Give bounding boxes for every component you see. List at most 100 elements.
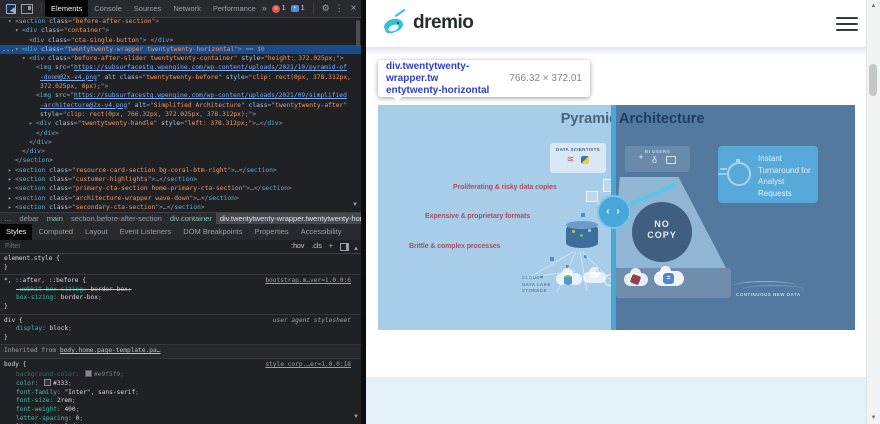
expand-arrow-icon[interactable]: ▸	[29, 119, 33, 128]
settings-gear-icon[interactable]: ⚙	[322, 0, 330, 17]
new-style-rule-button[interactable]: +	[329, 243, 333, 250]
dom-tree-node[interactable]: 372.025px, 0px);">	[0, 82, 361, 91]
pain-label: Brittle & complex processes	[409, 243, 500, 250]
tab-performance[interactable]: Performance	[207, 0, 262, 17]
before-image: Pyramid DATA SCIENTISTS ≋ Proliferating …	[378, 105, 614, 330]
styles-tab-layout[interactable]: Layout	[79, 224, 114, 240]
dremio-logo[interactable]: dremio	[382, 8, 473, 38]
inherited-source-link[interactable]: body.home.page-template.pa…	[60, 347, 161, 354]
scrollbar-thumb[interactable]	[869, 64, 877, 96]
more-tabs-icon[interactable]: »	[262, 0, 267, 17]
dom-tree-node[interactable]: ▾<div class="container">	[0, 26, 361, 35]
dom-tree-node[interactable]: <img src="https://subsurfacestg.wpengine…	[0, 91, 361, 100]
tab-network[interactable]: Network	[167, 0, 207, 17]
dom-tree-node[interactable]: </div>	[0, 138, 361, 147]
expand-arrow-icon[interactable]: ▾	[15, 26, 19, 35]
css-declaration[interactable]: letter-spacing: 0;	[0, 415, 361, 424]
cloud-icon	[583, 272, 606, 283]
error-badge[interactable]: ×1	[272, 5, 286, 13]
dom-tree-node[interactable]: style="clip: rect(0px, 766.32px, 372.025…	[0, 110, 361, 119]
kebab-menu-icon[interactable]: ⋮	[335, 0, 344, 17]
expand-arrow-icon[interactable]: ▾	[15, 45, 19, 54]
style-rule[interactable]: div {user agent stylesheetdisplay: block…	[0, 315, 361, 346]
dom-tree-node[interactable]: ▾<section class="before-after-section">	[0, 17, 361, 26]
pain-label: Proliferating & risky data copies	[453, 184, 557, 191]
styles-filter-input[interactable]: Filter	[0, 243, 21, 250]
database-icon	[566, 224, 598, 248]
inherited-from-header: Inherited from body.home.page-template.p…	[0, 345, 361, 359]
expand-arrow-icon[interactable]: ▾	[22, 54, 26, 63]
stylesheet-link[interactable]: bootstrap.m…ver=1.0.0:6	[265, 277, 351, 286]
dom-tree-node[interactable]: <div class="cta-single-button"> </div>	[0, 36, 361, 45]
tab-console[interactable]: Console	[88, 0, 128, 17]
dom-tree-node[interactable]: ▸<section class="resource-card-section b…	[0, 166, 361, 175]
tab-sources[interactable]: Sources	[128, 0, 168, 17]
qlik-icon: *	[639, 155, 643, 165]
page-scrollbar[interactable]: ▲ ▼	[866, 0, 880, 424]
style-rule[interactable]: body {style_corp.…er=1.0.0:18background-…	[0, 359, 361, 424]
styles-tab-event-listeners[interactable]: Event Listeners	[114, 224, 178, 240]
scroll-down-icon[interactable]: ▼	[352, 202, 358, 208]
styles-tab-accessibility[interactable]: Accessibility	[295, 224, 348, 240]
expand-arrow-icon[interactable]: ▸	[8, 166, 12, 175]
stopwatch-icon	[727, 162, 751, 186]
styles-tab-computed[interactable]: Computed	[32, 224, 79, 240]
after-image: Architecture BI USERS * δ NO COPY Ins	[614, 105, 855, 330]
stylesheet-link[interactable]: user agent stylesheet	[273, 317, 351, 326]
slider-handle[interactable]: ‹ ›	[597, 195, 631, 229]
close-devtools-icon[interactable]: ×	[351, 0, 357, 17]
css-declaration[interactable]: display: block;	[0, 325, 361, 334]
css-declaration[interactable]: background-color: #e9f5f9;	[0, 370, 361, 380]
tab-elements[interactable]: Elements	[45, 0, 88, 17]
expand-arrow-icon[interactable]: ▸	[8, 184, 12, 193]
dom-tree-node[interactable]: ▸<section class="customer-highlights">…<…	[0, 175, 361, 184]
dom-tree-node[interactable]: ▸<section class="secondary-cta-section">…	[0, 203, 361, 212]
computed-sidebar-toggle-icon[interactable]	[340, 243, 349, 251]
issues-badge[interactable]: ▪1	[291, 5, 305, 12]
dom-tree-node[interactable]: ▸<div class="twentytwenty-handle" style=…	[0, 119, 361, 128]
css-declaration[interactable]: -webkit-box-sizing: border-box;	[0, 286, 361, 295]
powerbi-icon	[666, 156, 676, 164]
color-swatch[interactable]	[85, 370, 92, 377]
inspect-tooltip: div.twentytwenty-wrapper.tw entytwenty-h…	[378, 60, 590, 97]
style-rule[interactable]: element.style {}	[0, 253, 361, 275]
color-swatch[interactable]	[44, 379, 51, 386]
elements-scrollbar-thumb[interactable]	[356, 20, 360, 48]
dom-tree-node[interactable]: -doom@2x-v4.png" alt class="twentytwenty…	[0, 73, 361, 82]
before-after-slider: Pyramid DATA SCIENTISTS ≋ Proliferating …	[378, 105, 855, 330]
style-rule[interactable]: *, ::after, ::before {bootstrap.m…ver=1.…	[0, 275, 361, 314]
scroll-down-icon[interactable]: ▼	[353, 414, 359, 420]
dom-tree-node[interactable]: ▾<div class="twentytwenty-wrapper twenty…	[0, 45, 361, 54]
scrollbar-up-icon[interactable]: ▲	[867, 3, 880, 9]
toggle-hover-state-button[interactable]: :hov	[291, 243, 304, 250]
device-toolbar-icon[interactable]	[21, 4, 33, 14]
dom-tree-node[interactable]: -architecture@2x-v4.png" alt="Simplified…	[0, 101, 361, 110]
dom-tree-node[interactable]: ▸<section class="architecture-wrapper wa…	[0, 194, 361, 203]
scrollbar-down-icon[interactable]: ▼	[867, 415, 880, 421]
hamburger-menu-icon[interactable]	[836, 17, 858, 31]
styles-tab-dom-breakpoints[interactable]: DOM Breakpoints	[177, 224, 248, 240]
styles-rules-pane: element.style {}*, ::after, ::before {bo…	[0, 253, 361, 424]
dom-tree-node[interactable]: ▸<section class="primary-cta-section hom…	[0, 184, 361, 193]
styles-tab-properties[interactable]: Properties	[248, 224, 294, 240]
dom-tree-node[interactable]: </div>	[0, 147, 361, 156]
stylesheet-link[interactable]: style_corp.…er=1.0.0:18	[265, 361, 351, 370]
css-declaration[interactable]: color: #333;	[0, 379, 361, 389]
expand-arrow-icon[interactable]: ▸	[8, 194, 12, 203]
css-declaration[interactable]: font-weight: 400;	[0, 406, 361, 415]
dom-tree-node[interactable]: <img src="https://subsurfacestg.wpengine…	[0, 63, 361, 72]
css-declaration[interactable]: box-sizing: border-box;	[0, 294, 361, 303]
expand-arrow-icon[interactable]: ▸	[8, 175, 12, 184]
css-declaration[interactable]: font-family: "Inter", sans-serif;	[0, 389, 361, 398]
expand-arrow-icon[interactable]: ▸	[8, 203, 12, 212]
issues-icon: ▪	[291, 5, 299, 12]
css-declaration[interactable]: font-size: 2rem;	[0, 397, 361, 406]
dom-tree-node[interactable]: ▾<div class="before-after-slider twentyt…	[0, 54, 361, 63]
inspect-element-icon[interactable]	[6, 4, 16, 14]
toggle-class-button[interactable]: .cls	[311, 243, 322, 250]
scroll-up-icon[interactable]: ▲	[353, 246, 359, 252]
styles-tab-styles[interactable]: Styles	[0, 224, 32, 240]
expand-arrow-icon[interactable]: ▾	[8, 17, 12, 26]
dom-tree-node[interactable]: </div>	[0, 129, 361, 138]
dom-tree-node[interactable]: </section>	[0, 156, 361, 165]
